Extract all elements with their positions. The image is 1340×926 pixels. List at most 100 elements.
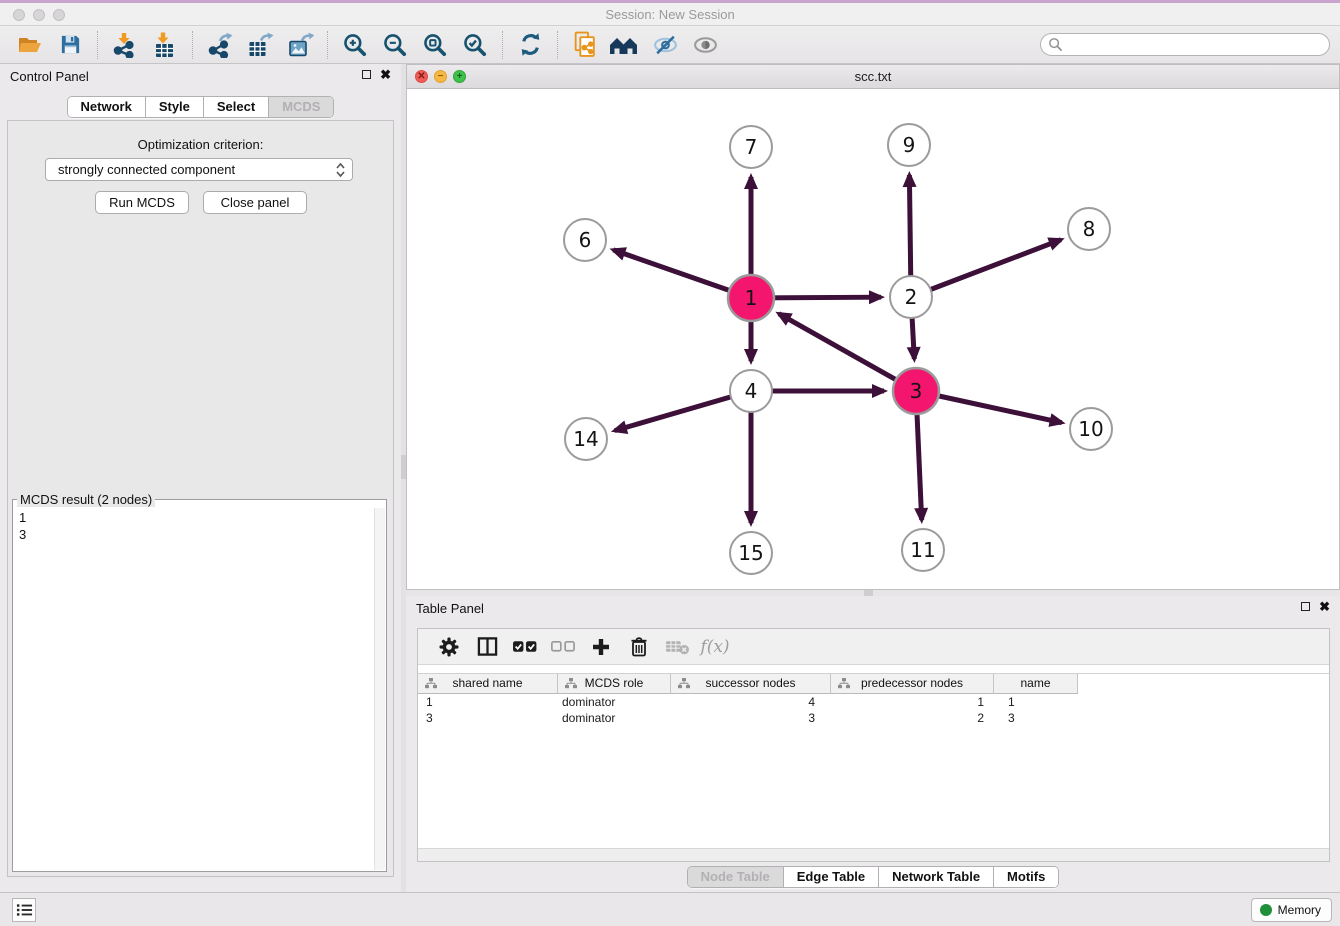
- save-disk-icon: [59, 33, 82, 56]
- table-cell[interactable]: dominator: [558, 710, 671, 726]
- first-neighbors-button[interactable]: [565, 29, 605, 61]
- export-table-icon: [247, 32, 274, 58]
- table-horizontal-scrollbar[interactable]: [418, 848, 1329, 861]
- refresh-icon: [518, 32, 543, 57]
- close-panel-icon[interactable]: ✖: [380, 69, 391, 80]
- criterion-dropdown[interactable]: strongly connected component: [45, 158, 353, 181]
- column-header-mcds-role[interactable]: MCDS role: [558, 674, 671, 694]
- export-network-button[interactable]: [200, 29, 240, 61]
- table-cell[interactable]: dominator: [558, 694, 671, 710]
- deselect-all-button[interactable]: [544, 632, 582, 662]
- tab-network-table[interactable]: Network Table: [878, 867, 993, 887]
- export-network-icon: [207, 32, 233, 58]
- tab-node-table[interactable]: Node Table: [688, 867, 783, 887]
- network-window-titlebar: ✕ − + scc.txt: [407, 65, 1339, 89]
- search-box: [1040, 33, 1330, 56]
- tab-select[interactable]: Select: [203, 97, 268, 117]
- graph-node-label-2: 2: [905, 285, 918, 309]
- float-panel-icon[interactable]: [1301, 602, 1310, 611]
- search-input[interactable]: [1040, 33, 1330, 56]
- show-columns-button[interactable]: [468, 632, 506, 662]
- graph-node-label-1: 1: [745, 286, 758, 310]
- zoom-in-button[interactable]: [335, 29, 375, 61]
- plus-icon: [591, 637, 611, 657]
- table-cell[interactable]: 2: [831, 710, 994, 726]
- dropdown-stepper-icon: [336, 162, 345, 184]
- tab-style[interactable]: Style: [145, 97, 203, 117]
- hide-graphics-details-button[interactable]: [645, 29, 685, 61]
- table-settings-button[interactable]: [430, 632, 468, 662]
- run-mcds-button[interactable]: Run MCDS: [95, 191, 189, 214]
- table-cell[interactable]: 1: [994, 694, 1078, 710]
- tab-motifs[interactable]: Motifs: [993, 867, 1058, 887]
- graph-node-label-11: 11: [910, 538, 935, 562]
- zoom-selected-button[interactable]: [455, 29, 495, 61]
- tab-mcds[interactable]: MCDS: [268, 97, 333, 117]
- tab-network[interactable]: Network: [68, 97, 145, 117]
- home-view-button[interactable]: [605, 29, 645, 61]
- column-label: name: [1020, 676, 1050, 690]
- table-row[interactable]: 1dominator411: [418, 694, 1329, 710]
- column-header-predecessor-nodes[interactable]: predecessor nodes: [831, 674, 994, 694]
- hierarchy-icon: [678, 678, 690, 689]
- zoom-in-icon: [342, 32, 368, 58]
- columns-icon: [477, 636, 498, 657]
- toolbar-separator: [557, 31, 558, 59]
- toolbar-separator: [97, 31, 98, 59]
- export-image-icon: [287, 32, 314, 58]
- table-row[interactable]: 3dominator323: [418, 710, 1329, 726]
- delete-table-icon: [665, 638, 690, 655]
- graph-node-label-4: 4: [745, 379, 758, 403]
- table-cell[interactable]: 4: [671, 694, 831, 710]
- column-header-shared-name[interactable]: shared name: [418, 674, 558, 694]
- show-graphics-details-button[interactable]: [685, 29, 725, 61]
- delete-table-button[interactable]: [658, 632, 696, 662]
- graph-node-label-3: 3: [910, 379, 923, 403]
- task-history-button[interactable]: [12, 898, 36, 922]
- result-scrollbar[interactable]: [374, 508, 385, 870]
- graph-edge-2-8[interactable]: [911, 240, 1061, 297]
- control-panel-title: Control Panel: [10, 69, 89, 84]
- column-header-name[interactable]: name: [994, 674, 1078, 694]
- open-session-button[interactable]: [10, 29, 50, 61]
- import-network-button[interactable]: [105, 29, 145, 61]
- delete-column-button[interactable]: [620, 632, 658, 662]
- tab-edge-table[interactable]: Edge Table: [783, 867, 878, 887]
- memory-button[interactable]: Memory: [1251, 898, 1332, 922]
- table-cell[interactable]: 3: [671, 710, 831, 726]
- table-cell[interactable]: 1: [831, 694, 994, 710]
- network-graph[interactable]: 7968124314101511: [407, 89, 1339, 589]
- function-builder-button[interactable]: f(x): [696, 632, 734, 662]
- mcds-result-title: MCDS result (2 nodes): [17, 492, 155, 507]
- column-header-successor-nodes[interactable]: successor nodes: [671, 674, 831, 694]
- table-toolbar: f(x): [418, 629, 1329, 665]
- export-image-button[interactable]: [280, 29, 320, 61]
- houses-icon: [609, 33, 641, 57]
- export-table-button[interactable]: [240, 29, 280, 61]
- table-cell[interactable]: 1: [418, 694, 558, 710]
- table-header-row: shared name MCDS role successor nodes pr…: [418, 673, 1329, 694]
- table-cell[interactable]: 3: [418, 710, 558, 726]
- network-canvas[interactable]: 7968124314101511: [407, 89, 1339, 589]
- column-label: shared name: [452, 676, 522, 690]
- close-panel-button[interactable]: Close panel: [203, 191, 307, 214]
- refresh-layout-button[interactable]: [510, 29, 550, 61]
- graph-node-label-15: 15: [738, 541, 763, 565]
- table-panel-title: Table Panel: [416, 601, 484, 616]
- criterion-value: strongly connected component: [58, 162, 235, 177]
- save-session-button[interactable]: [50, 29, 90, 61]
- search-icon: [1048, 37, 1063, 52]
- float-panel-icon[interactable]: [362, 70, 371, 79]
- zoom-out-icon: [382, 32, 408, 58]
- select-all-button[interactable]: [506, 632, 544, 662]
- table-body: 1dominator4113dominator323: [418, 694, 1329, 726]
- add-column-button[interactable]: [582, 632, 620, 662]
- zoom-out-button[interactable]: [375, 29, 415, 61]
- table-cell[interactable]: 3: [994, 710, 1078, 726]
- close-panel-icon[interactable]: ✖: [1319, 601, 1330, 612]
- import-table-button[interactable]: [145, 29, 185, 61]
- status-bar: Memory: [0, 892, 1340, 926]
- graph-node-label-10: 10: [1078, 417, 1103, 441]
- hierarchy-icon: [838, 678, 850, 689]
- zoom-fit-button[interactable]: [415, 29, 455, 61]
